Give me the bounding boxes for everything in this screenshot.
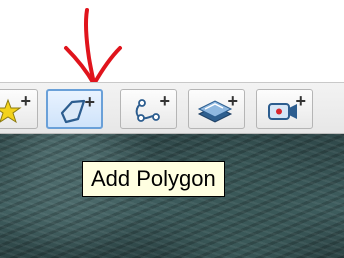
plus-icon: + <box>295 91 306 111</box>
screenshot-crop: + + + + + Add Polygon <box>0 0 344 258</box>
polygon-icon <box>60 99 86 124</box>
add-polygon-button[interactable]: + <box>46 89 103 129</box>
toolbar: + + + + + <box>0 82 344 134</box>
red-arrow-annotation <box>64 8 122 86</box>
record-tour-button[interactable]: + <box>256 89 313 129</box>
add-polygon-tooltip: Add Polygon <box>82 161 225 197</box>
plus-icon: + <box>159 91 170 111</box>
plus-icon: + <box>84 92 95 112</box>
add-path-button[interactable]: + <box>120 89 177 129</box>
add-placemark-button[interactable]: + <box>0 89 38 129</box>
plus-icon: + <box>227 91 238 111</box>
plus-icon: + <box>20 91 31 111</box>
add-image-overlay-button[interactable]: + <box>188 89 245 129</box>
